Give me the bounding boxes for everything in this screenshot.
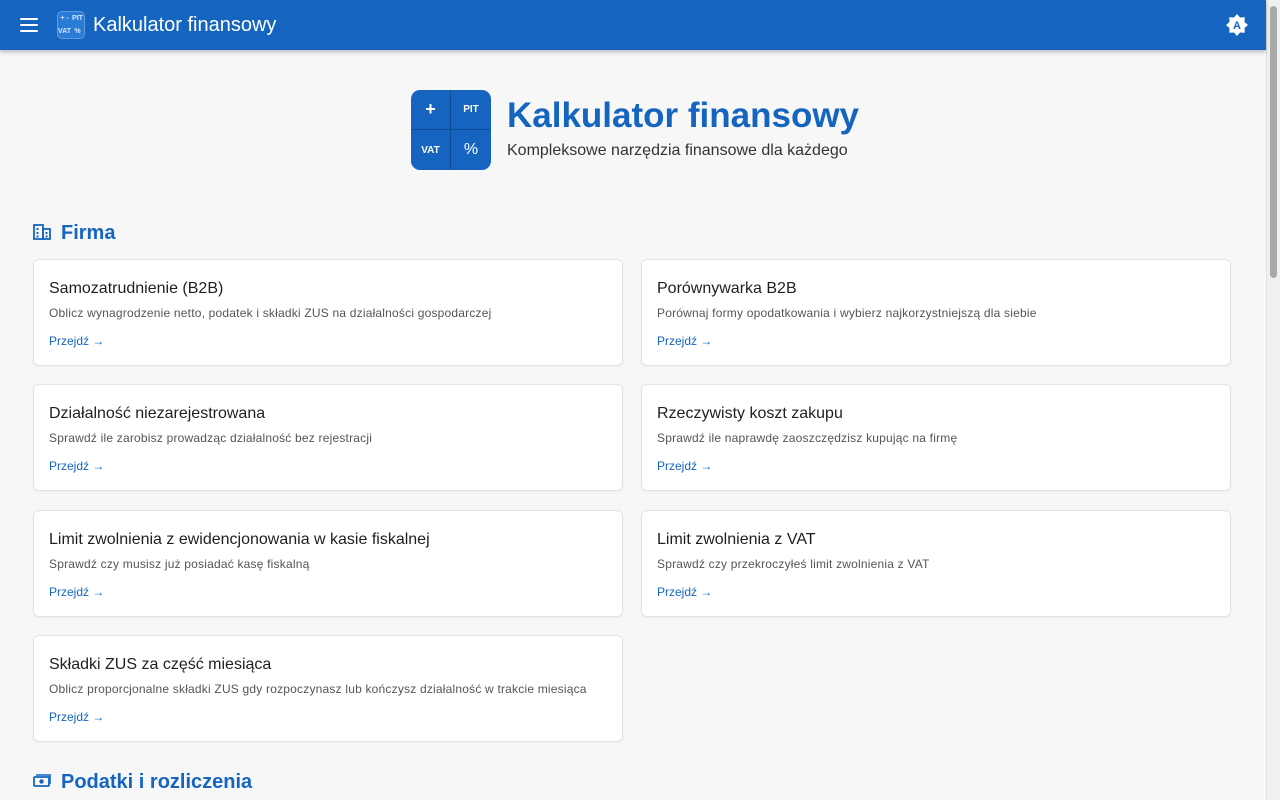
section-title: Firma <box>61 222 116 244</box>
logo-cell: VAT <box>58 28 71 35</box>
card-dzialalnosc-niezarejestrowana[interactable]: Działalność niezarejestrowana Sprawdź il… <box>33 384 623 491</box>
logo-cell: + - <box>60 15 69 22</box>
card-limit-kasa-fiskalna[interactable]: Limit zwolnienia z ewidencjonowania w ka… <box>33 510 623 617</box>
card-description: Sprawdź ile zarobisz prowadząc działalno… <box>49 431 373 445</box>
scrollbar-thumb[interactable] <box>1270 6 1277 278</box>
logo-cell: PIT <box>72 15 83 22</box>
app-title: Kalkulator finansowy <box>93 13 277 36</box>
section-header-podatki: Podatki i rozliczenia <box>33 771 252 794</box>
card-title: Składki ZUS za część miesiąca <box>49 656 272 673</box>
app-bar: + - PIT VAT % Kalkulator finansowy A <box>0 0 1266 50</box>
section-title: Podatki i rozliczenia <box>61 771 253 793</box>
card-title: Rzeczywisty koszt zakupu <box>657 405 843 422</box>
hero: + PIT VAT % Kalkulator finansowy Komplek… <box>411 90 859 170</box>
app-logo: + - PIT VAT % <box>57 11 85 39</box>
theme-toggle-icon[interactable]: A <box>1226 14 1248 36</box>
card-link[interactable]: Przejdź → <box>657 334 712 348</box>
card-link[interactable]: Przejdź → <box>49 585 104 599</box>
card-link[interactable]: Przejdź → <box>49 710 104 724</box>
hero-subtitle: Kompleksowe narzędzia finansowe dla każd… <box>507 142 848 159</box>
card-link[interactable]: Przejdź → <box>49 459 104 473</box>
card-description: Sprawdź czy przekroczyłeś limit zwolnien… <box>657 557 930 571</box>
card-description: Sprawdź ile naprawdę zaoszczędzisz kupuj… <box>657 431 958 445</box>
card-title: Działalność niezarejestrowana <box>49 405 266 422</box>
hero-logo-cell: PIT <box>451 90 491 130</box>
card-link[interactable]: Przejdź → <box>657 459 712 473</box>
section-header-firma: Firma <box>33 222 115 245</box>
card-description: Sprawdź czy musisz już posiadać kasę fis… <box>49 557 310 571</box>
card-porownywarka-b2b[interactable]: Porównywarka B2B Porównaj formy opodatko… <box>641 259 1231 366</box>
card-skladki-zus-czesc-miesiaca[interactable]: Składki ZUS za część miesiąca Oblicz pro… <box>33 635 623 742</box>
hero-logo-cell: + <box>411 90 451 130</box>
card-limit-vat[interactable]: Limit zwolnienia z VAT Sprawdź czy przek… <box>641 510 1231 617</box>
card-description: Oblicz wynagrodzenie netto, podatek i sk… <box>49 306 492 320</box>
building-icon <box>33 222 51 245</box>
card-link[interactable]: Przejdź → <box>49 334 104 348</box>
card-description: Oblicz proporcjonalne składki ZUS gdy ro… <box>49 682 587 696</box>
card-title: Samozatrudnienie (B2B) <box>49 280 224 297</box>
menu-icon[interactable] <box>15 11 43 39</box>
hero-logo-cell: VAT <box>411 130 451 170</box>
card-rzeczywisty-koszt-zakupu[interactable]: Rzeczywisty koszt zakupu Sprawdź ile nap… <box>641 384 1231 491</box>
hero-title: Kalkulator finansowy <box>507 96 860 135</box>
card-description: Porównaj formy opodatkowania i wybierz n… <box>657 306 1037 320</box>
hero-logo: + PIT VAT % <box>411 90 491 170</box>
money-icon <box>33 771 51 794</box>
hero-logo-cell: % <box>463 141 479 158</box>
theme-badge-text: A <box>1233 20 1241 32</box>
card-title: Porównywarka B2B <box>657 280 797 297</box>
card-link[interactable]: Przejdź → <box>657 585 712 599</box>
card-title: Limit zwolnienia z ewidencjonowania w ka… <box>49 531 430 548</box>
card-title: Limit zwolnienia z VAT <box>657 531 816 548</box>
logo-cell: % <box>74 28 81 35</box>
card-samozatrudnienie[interactable]: Samozatrudnienie (B2B) Oblicz wynagrodze… <box>33 259 623 366</box>
scrollbar[interactable] <box>1266 0 1280 800</box>
